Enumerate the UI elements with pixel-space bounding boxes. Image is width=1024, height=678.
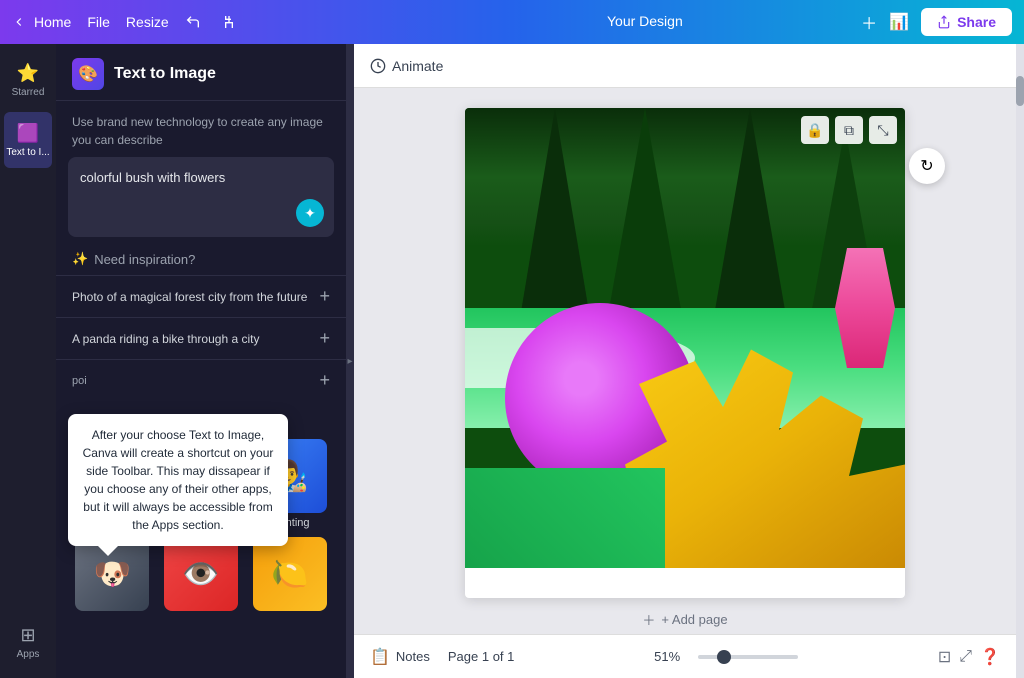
page-info: Page 1 of 1 <box>448 649 515 664</box>
right-scrollbar[interactable] <box>1016 44 1024 678</box>
sparkle-icon: ✨ <box>72 251 88 267</box>
generate-button[interactable]: ✦ <box>296 199 324 227</box>
sidebar-item-label: Text to I... <box>6 147 49 158</box>
add-inspiration-icon[interactable]: + <box>319 328 330 349</box>
canvas-page-tools: 🔒 ⧉ ⤡ <box>801 116 897 144</box>
inspiration-header: ✨ Need inspiration? <box>56 237 346 275</box>
help-icon[interactable]: ❓ <box>980 647 1000 667</box>
sidebar-icons: ⭐ Starred 🟪 Text to I... ⊞ Apps <box>0 44 56 678</box>
inspiration-item-1[interactable]: A panda riding a bike through a city + <box>56 317 346 359</box>
sidebar-item-label: Starred <box>12 87 45 98</box>
star-icon: ⭐ <box>17 63 39 84</box>
resize-menu[interactable]: Resize <box>126 14 169 30</box>
apps-icon: ⊞ <box>20 625 35 646</box>
text-to-image-icon: 🟪 <box>17 123 39 144</box>
design-title: Your Design <box>607 13 683 29</box>
add-page-icon: ＋ <box>642 610 655 629</box>
lock-button[interactable]: 🔒 <box>801 116 829 144</box>
canvas-area: Animate 🔒 ⧉ ⤡ <box>354 44 1016 678</box>
topbar-center: Your Design <box>437 13 854 31</box>
inspiration-item-2[interactable]: poi + <box>56 359 346 401</box>
zoom-value: 51% <box>654 649 690 664</box>
bottom-center: 51% <box>654 649 798 664</box>
canvas-topbar: Animate <box>354 44 1016 88</box>
inspiration-text: poi <box>72 375 87 387</box>
undo-button[interactable] <box>185 14 205 30</box>
pink-flowers-right <box>835 248 895 368</box>
bottom-left: 📋 Notes Page 1 of 1 <box>370 647 514 667</box>
animate-label: Animate <box>392 58 443 74</box>
notes-label: Notes <box>396 649 430 664</box>
duplicate-button[interactable]: ⧉ <box>835 116 863 144</box>
tooltip-box: After your choose Text to Image, Canva w… <box>68 414 288 546</box>
analytics-icon[interactable]: 📊 <box>889 12 909 32</box>
add-button[interactable]: ＋ <box>861 10 877 34</box>
notes-icon: 📋 <box>370 647 390 667</box>
cloud-save-icon[interactable] <box>221 14 241 30</box>
panel-header: 🎨 Text to Image <box>56 44 346 101</box>
panel-title: Text to Image <box>114 65 216 83</box>
sidebar-item-starred[interactable]: ⭐ Starred <box>4 52 52 108</box>
generated-image <box>465 108 905 568</box>
canvas-scroll[interactable]: 🔒 ⧉ ⤡ <box>354 88 1016 634</box>
green-foreground <box>465 468 665 568</box>
back-button[interactable]: Home <box>12 14 71 30</box>
canvas-page: 🔒 ⧉ ⤡ <box>465 108 905 598</box>
scrollbar-thumb <box>1016 76 1024 106</box>
tooltip-container: After your choose Text to Image, Canva w… <box>68 414 288 556</box>
fullscreen-icon[interactable]: ⤢ <box>959 648 972 666</box>
zoom-slider[interactable] <box>698 655 798 659</box>
prompt-text: colorful bush with flowers <box>80 169 322 187</box>
topbar-right: ＋ 📊 Share <box>861 8 1012 36</box>
text-to-image-panel: 🎨 Text to Image Use brand new technology… <box>56 44 346 678</box>
inspiration-text: Photo of a magical forest city from the … <box>72 290 307 304</box>
file-menu[interactable]: File <box>87 14 110 30</box>
fit-page-icon[interactable]: ⊡ <box>938 647 951 667</box>
bottom-right: ⊡ ⤢ ❓ <box>938 647 1000 667</box>
sidebar-apps-label: Apps <box>17 649 40 660</box>
panel-resize-handle[interactable]: ▸ <box>346 44 354 678</box>
panel-icon: 🎨 <box>72 58 104 90</box>
panel-description: Use brand new technology to create any i… <box>56 101 346 157</box>
inspiration-item-0[interactable]: Photo of a magical forest city from the … <box>56 275 346 317</box>
add-inspiration-icon[interactable]: + <box>319 370 330 391</box>
main-layout: ⭐ Starred 🟪 Text to I... ⊞ Apps 🎨 Text t… <box>0 44 1024 678</box>
tooltip-arrow <box>98 546 118 556</box>
sidebar-item-apps[interactable]: ⊞ Apps <box>4 614 52 670</box>
expand-button[interactable]: ⤡ <box>869 116 897 144</box>
add-page-button[interactable]: ＋ + Add page <box>465 610 905 629</box>
animate-button[interactable]: Animate <box>370 58 443 74</box>
sidebar-item-text-to-image[interactable]: 🟪 Text to I... <box>4 112 52 168</box>
inspiration-label: Need inspiration? <box>94 252 195 267</box>
prompt-input-area[interactable]: colorful bush with flowers ✦ <box>68 157 334 237</box>
share-button[interactable]: Share <box>921 8 1012 36</box>
canvas-page-wrapper: 🔒 ⧉ ⤡ <box>465 108 905 598</box>
bottom-bar: 📋 Notes Page 1 of 1 51% ⊡ ⤢ ❓ <box>354 634 1016 678</box>
topbar: Home File Resize Your Design ＋ 📊 Share <box>0 0 1024 44</box>
refresh-button[interactable]: ↻ <box>909 148 945 184</box>
topbar-left: Home File Resize <box>12 14 429 30</box>
tooltip-text: After your choose Text to Image, Canva w… <box>83 428 274 532</box>
inspiration-text: A panda riding a bike through a city <box>72 332 259 346</box>
add-page-label: + Add page <box>661 612 727 627</box>
add-inspiration-icon[interactable]: + <box>319 286 330 307</box>
